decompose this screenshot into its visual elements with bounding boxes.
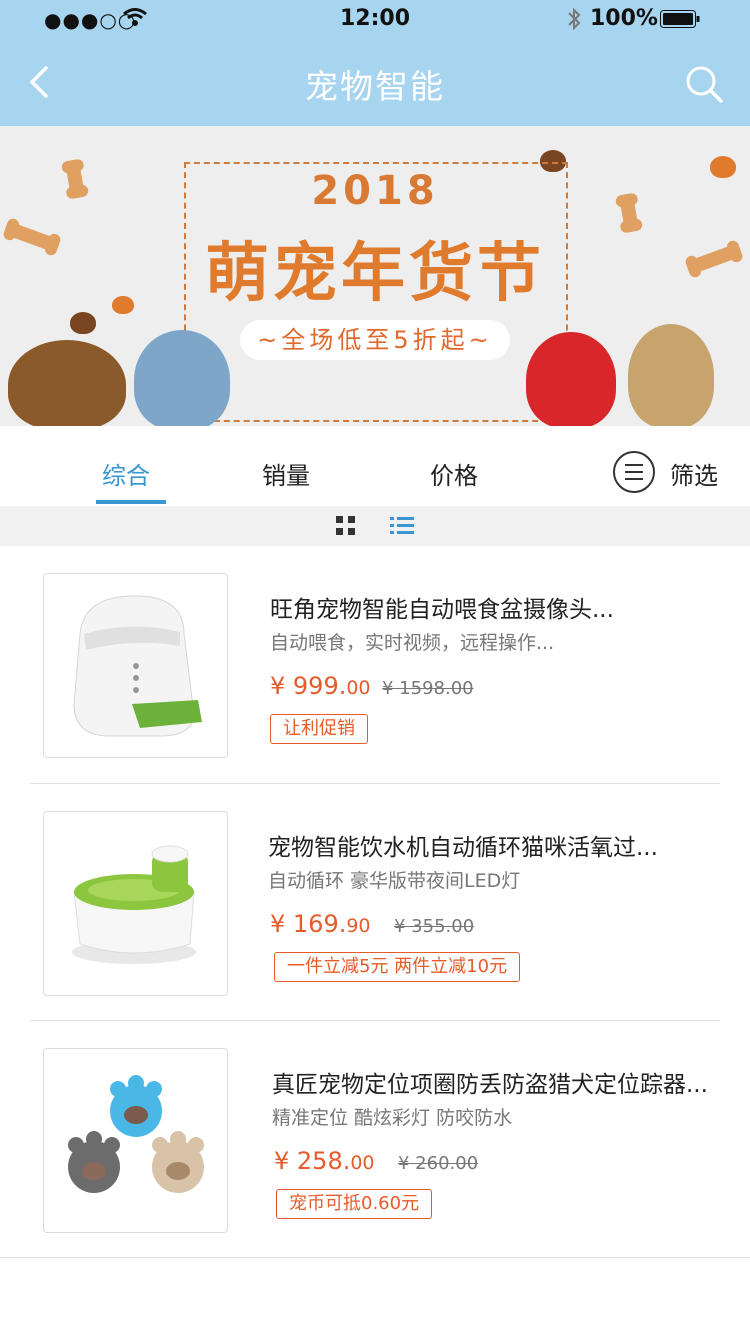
water-fountain-image xyxy=(72,845,196,964)
tab-sales[interactable]: 销量 xyxy=(262,456,310,491)
sort-tabs: 综合 销量 价格 筛选 xyxy=(0,440,750,507)
banner-headline: 萌宠年货节 xyxy=(205,237,545,311)
product-price: ¥ 999.00 xyxy=(270,672,371,700)
promo-tag: 让利促销 xyxy=(270,714,368,744)
gps-tracker-image xyxy=(68,1075,204,1193)
price-decimal: 90 xyxy=(346,915,371,937)
battery-icon xyxy=(660,10,700,28)
product-name: 旺角宠物智能自动喂食盆摄像头... xyxy=(270,597,614,623)
promo-tag: 宠币可抵0.60元 xyxy=(276,1189,433,1219)
promo-banner[interactable]: 2018 萌宠年货节 ~全场低至5折起~ xyxy=(0,126,750,426)
product-name: 真匠宠物定位项圈防丢防盗猎犬定位踪器... xyxy=(272,1072,708,1098)
filter-button[interactable]: 筛选 xyxy=(670,456,718,491)
divider xyxy=(0,1257,750,1258)
paw-icon xyxy=(70,312,96,334)
product-name: 宠物智能饮水机自动循环猫咪活氧过... xyxy=(268,835,658,861)
dog-image xyxy=(8,340,126,426)
product-desc: 自动循环 豪华版带夜间LED灯 xyxy=(268,870,521,892)
dog-red-scarf-image xyxy=(526,332,616,426)
product-item[interactable]: 宠物智能饮水机自动循环猫咪活氧过... 自动循环 豪华版带夜间LED灯 ¥ 16… xyxy=(0,784,750,1020)
cat-hat-image xyxy=(628,324,714,426)
nav-bar: 宠物智能 xyxy=(0,40,750,126)
product-desc: 自动喂食，实时视频，远程操作... xyxy=(270,632,555,654)
product-price: ¥ 258.00 xyxy=(274,1147,375,1175)
status-bar: ●●●○○ 12:00 100% xyxy=(0,0,750,40)
product-image xyxy=(43,1048,228,1233)
price-integer: ¥ 999. xyxy=(270,672,347,700)
original-price: ¥ 1598.00 xyxy=(382,678,474,699)
filter-icon[interactable] xyxy=(612,450,656,494)
banner-year: 2018 xyxy=(311,168,439,214)
promo-tag: 一件立减5元 两件立减10元 xyxy=(274,952,521,982)
cat-towel-image xyxy=(134,330,230,426)
grid-view-icon[interactable] xyxy=(336,516,356,536)
product-image xyxy=(43,573,228,758)
product-item[interactable]: 真匠宠物定位项圈防丢防盗猎犬定位踪器... 精准定位 酷炫彩灯 防咬防水 ¥ 2… xyxy=(0,1021,750,1257)
product-price: ¥ 169.90 xyxy=(270,910,371,938)
banner-promo-pill: ~全场低至5折起~ xyxy=(240,320,510,360)
battery-percentage: 100% xyxy=(590,6,658,31)
product-item[interactable]: 旺角宠物智能自动喂食盆摄像头... 自动喂食，实时视频，远程操作... ¥ 99… xyxy=(0,546,750,782)
search-icon[interactable] xyxy=(684,64,724,104)
original-price: ¥ 260.00 xyxy=(398,1153,479,1174)
view-toggle-bar xyxy=(0,506,750,546)
page-title: 宠物智能 xyxy=(305,67,445,106)
price-integer: ¥ 169. xyxy=(270,910,347,938)
product-image xyxy=(43,811,228,996)
price-integer: ¥ 258. xyxy=(274,1147,351,1175)
tab-comprehensive[interactable]: 综合 xyxy=(102,456,150,491)
tab-price[interactable]: 价格 xyxy=(430,456,478,491)
list-view-icon[interactable] xyxy=(390,516,414,536)
price-decimal: 00 xyxy=(346,677,371,699)
active-tab-indicator xyxy=(96,500,166,504)
pet-feeder-image xyxy=(73,595,202,737)
original-price: ¥ 355.00 xyxy=(394,916,475,937)
product-desc: 精准定位 酷炫彩灯 防咬防水 xyxy=(272,1107,513,1129)
bluetooth-icon xyxy=(568,7,581,31)
price-decimal: 00 xyxy=(350,1152,375,1174)
top-bar: ●●●○○ 12:00 100% 宠物智能 xyxy=(0,0,750,126)
